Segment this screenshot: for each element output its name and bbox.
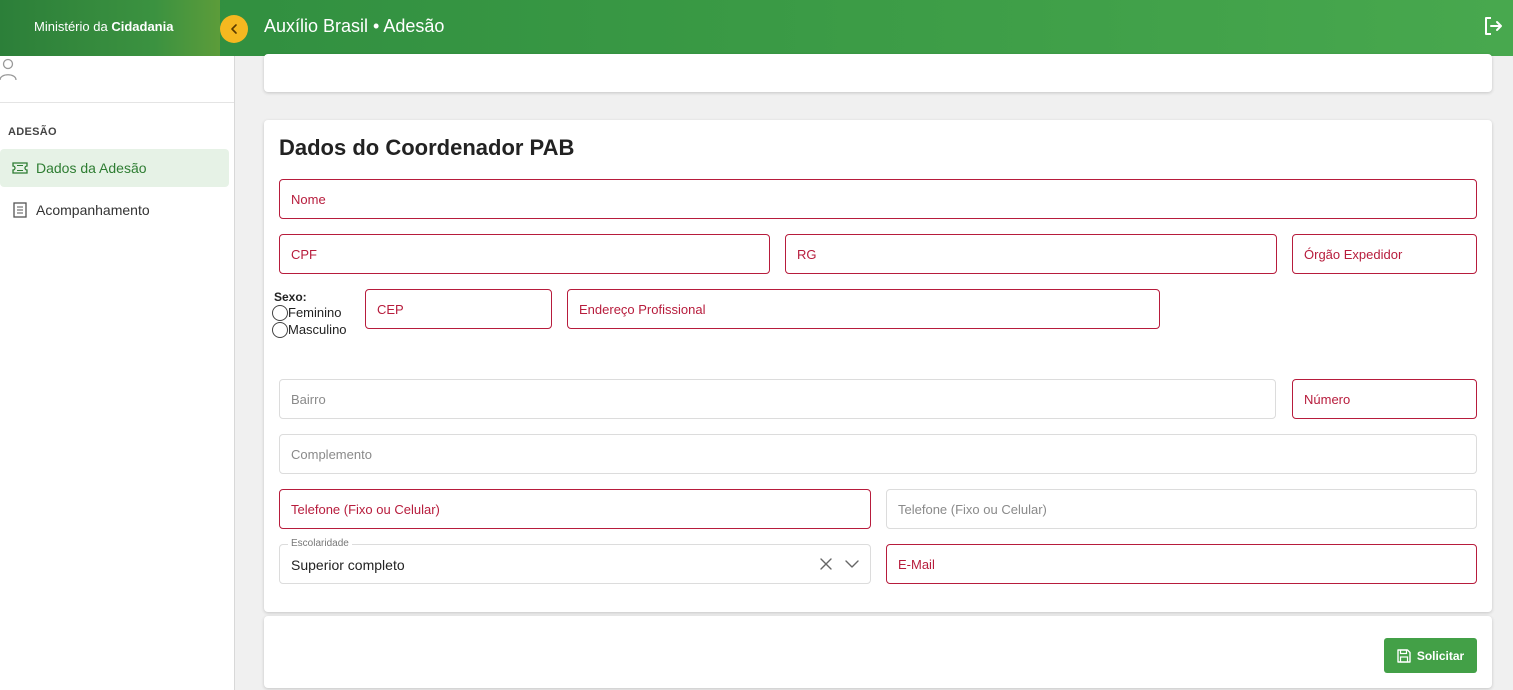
rg-field[interactable]: RG [785,234,1277,274]
app-title: Auxílio Brasil • Adesão [264,16,445,36]
user-area [0,56,234,103]
telefone-2-field[interactable]: Telefone (Fixo ou Celular) [886,489,1477,529]
user-icon[interactable] [0,58,20,82]
telefone-1-field[interactable]: Telefone (Fixo ou Celular) [279,489,871,529]
sidebar-item-label: Acompanhamento [36,202,150,218]
ministry-brand: Ministério da Cidadania [0,0,220,56]
ministry-logo-text: Ministério da Cidadania [34,19,173,34]
complemento-field[interactable]: Complemento [279,434,1477,474]
escolaridade-value: Superior completo [291,557,405,573]
top-header: Ministério da Cidadania Auxílio Brasil •… [0,0,1513,56]
email-field[interactable]: E-Mail [886,544,1477,584]
nome-field[interactable]: Nome [279,179,1477,219]
radio-label: Feminino [288,305,342,320]
sexo-label: Sexo: [274,290,307,304]
bairro-field[interactable]: Bairro [279,379,1276,419]
sexo-option-feminino[interactable]: Feminino [272,304,347,321]
escolaridade-label: Escolaridade [288,538,352,549]
ticket-icon [10,158,30,178]
numero-field[interactable]: Número [1292,379,1477,419]
sexo-option-masculino[interactable]: Masculino [272,321,347,338]
endereco-profissional-field[interactable]: Endereço Profissional [567,289,1160,329]
sexo-radio-group: Sexo: Feminino Masculino [272,290,347,338]
previous-section-card [264,54,1492,92]
solicitar-label: Solicitar [1416,648,1465,663]
sidebar-section-title: ADESÃO [8,126,57,138]
actions-card [264,616,1492,688]
logout-button[interactable] [1481,14,1505,38]
solicitar-button[interactable]: Solicitar [1384,638,1477,673]
radio-label: Masculino [288,322,347,337]
collapse-sidebar-button[interactable] [220,15,248,43]
logout-icon [1485,17,1502,35]
orgao-expedidor-field[interactable]: Órgão Expedidor [1292,234,1477,274]
ministry-name: Cidadania [111,19,174,34]
sidebar: ADESÃO Dados da Adesão Acompanhamento [0,56,235,690]
ministry-prefix: Ministério da [34,19,108,34]
clear-icon[interactable] [817,555,835,573]
cep-field[interactable]: CEP [365,289,552,329]
chevron-down-icon[interactable] [843,555,861,573]
chevron-left-icon [231,24,237,34]
sidebar-item-acompanhamento[interactable]: Acompanhamento [0,191,229,229]
cpf-field[interactable]: CPF [279,234,770,274]
form-title: Dados do Coordenador PAB [279,135,575,160]
radio-button[interactable] [272,304,288,321]
sidebar-item-label: Dados da Adesão [36,160,147,176]
sidebar-item-dados-adesao[interactable]: Dados da Adesão [0,149,229,187]
document-icon [10,200,30,220]
radio-button[interactable] [272,321,288,338]
escolaridade-select[interactable]: Escolaridade Superior completo [279,538,871,584]
save-icon [1397,648,1411,663]
